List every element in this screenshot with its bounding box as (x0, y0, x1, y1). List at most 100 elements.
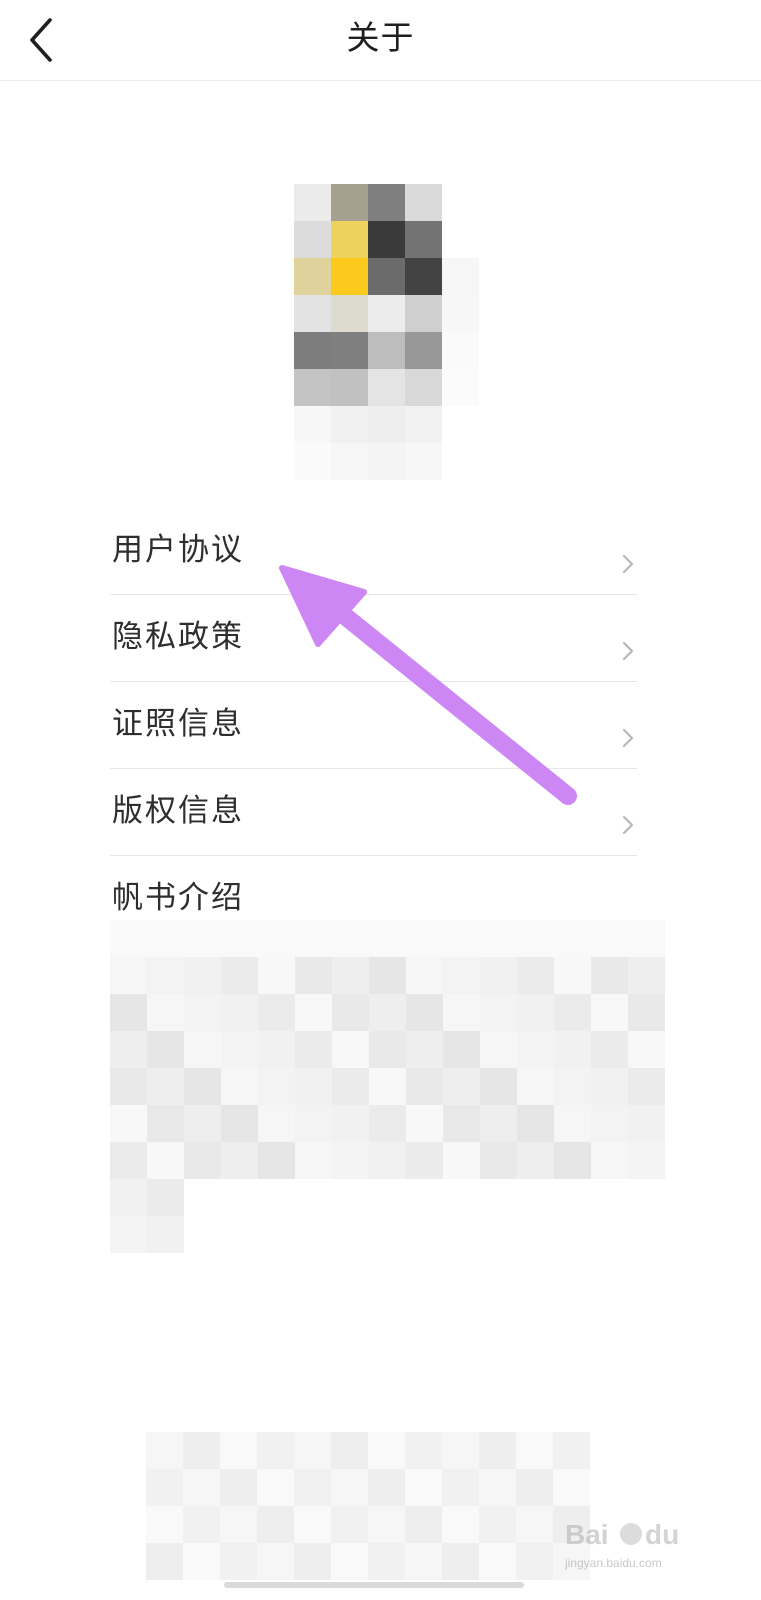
mosaic-pixel (479, 1543, 516, 1580)
mosaic-pixel (442, 258, 479, 295)
mosaic-pixel (258, 957, 295, 994)
mosaic-pixel (258, 1068, 295, 1105)
baidu-paw-logo-icon: Bai du (565, 1519, 679, 1550)
mosaic-pixel (147, 1216, 184, 1253)
mosaic-pixel (628, 994, 665, 1031)
menu-item-user-agreement[interactable]: 用户协议 (110, 508, 637, 595)
mosaic-pixel (221, 994, 258, 1031)
mosaic-pixel (442, 332, 479, 369)
mosaic-pixel (480, 1068, 517, 1105)
mosaic-pixel (368, 1543, 405, 1580)
mosaic-pixel (369, 1068, 406, 1105)
mosaic-pixel (221, 957, 258, 994)
mosaic-pixel (369, 957, 406, 994)
mosaic-pixel (147, 1105, 184, 1142)
mosaic-pixel (591, 957, 628, 994)
mosaic-pixel (406, 1068, 443, 1105)
mosaic-pixel (443, 1105, 480, 1142)
mosaic-pixel (369, 1105, 406, 1142)
mosaic-pixel (110, 994, 147, 1031)
mosaic-pixel (628, 1142, 665, 1179)
home-indicator[interactable] (224, 1582, 524, 1588)
mosaic-pixel (110, 1068, 147, 1105)
mosaic-pixel (332, 994, 369, 1031)
about-page: 关于 用户协议 隐私政策 证照信息 版权信息 帆书介绍 Bai du jingy… (0, 0, 761, 1600)
mosaic-pixel (628, 1068, 665, 1105)
mosaic-pixel (331, 406, 368, 443)
mosaic-pixel (258, 920, 295, 957)
mosaic-pixel (221, 1142, 258, 1179)
mosaic-pixel (554, 920, 591, 957)
mosaic-pixel (331, 295, 368, 332)
menu-item-license-info[interactable]: 证照信息 (110, 682, 637, 769)
mosaic-pixel (516, 1432, 553, 1469)
mosaic-pixel (258, 994, 295, 1031)
mosaic-pixel (368, 1432, 405, 1469)
baidu-jingyan-watermark: Bai du jingyan.baidu.com (565, 1514, 715, 1570)
mosaic-pixel (368, 369, 405, 406)
mosaic-pixel (294, 332, 331, 369)
mosaic-pixel (147, 1179, 184, 1216)
mosaic-pixel (184, 1105, 221, 1142)
mosaic-pixel (110, 1105, 147, 1142)
mosaic-pixel (516, 1506, 553, 1543)
mosaic-pixel (257, 1469, 294, 1506)
mosaic-pixel (295, 1142, 332, 1179)
mosaic-pixel (554, 994, 591, 1031)
mosaic-pixel (517, 957, 554, 994)
mosaic-pixel (442, 1432, 479, 1469)
mosaic-pixel (294, 1506, 331, 1543)
mosaic-pixel (591, 1068, 628, 1105)
chevron-right-icon (622, 815, 634, 835)
mosaic-pixel (591, 920, 628, 957)
mosaic-pixel (368, 295, 405, 332)
mosaic-pixel (368, 443, 405, 480)
mosaic-pixel (183, 1469, 220, 1506)
mosaic-pixel (294, 1432, 331, 1469)
mosaic-pixel (406, 1105, 443, 1142)
mosaic-pixel (294, 1543, 331, 1580)
mosaic-pixel (553, 1432, 590, 1469)
mosaic-pixel (368, 1469, 405, 1506)
mosaic-pixel (554, 1105, 591, 1142)
mosaic-pixel (443, 1031, 480, 1068)
mosaic-pixel (332, 920, 369, 957)
mosaic-pixel (368, 332, 405, 369)
menu-item-label: 帆书介绍 (112, 880, 244, 916)
mosaic-pixel (146, 1432, 183, 1469)
mosaic-pixel (331, 1432, 368, 1469)
watermark-url: jingyan.baidu.com (565, 1556, 662, 1570)
mosaic-pixel (221, 1068, 258, 1105)
mosaic-pixel (331, 184, 368, 221)
mosaic-pixel (369, 994, 406, 1031)
mosaic-pixel (368, 221, 405, 258)
mosaic-pixel (294, 295, 331, 332)
mosaic-pixel (442, 1543, 479, 1580)
mosaic-pixel (405, 406, 442, 443)
menu-item-label: 隐私政策 (112, 619, 244, 655)
mosaic-pixel (331, 1469, 368, 1506)
mosaic-pixel (480, 920, 517, 957)
mosaic-pixel (294, 406, 331, 443)
mosaic-pixel (405, 1506, 442, 1543)
page-title: 关于 (346, 18, 415, 57)
mosaic-pixel (221, 1105, 258, 1142)
menu-item-privacy-policy[interactable]: 隐私政策 (110, 595, 637, 682)
mosaic-pixel (331, 443, 368, 480)
mosaic-pixel (517, 1142, 554, 1179)
mosaic-pixel (147, 1031, 184, 1068)
mosaic-pixel (110, 1142, 147, 1179)
mosaic-pixel (442, 1506, 479, 1543)
menu-item-copyright-info[interactable]: 版权信息 (110, 769, 637, 856)
mosaic-pixel (517, 994, 554, 1031)
mosaic-pixel (517, 1105, 554, 1142)
mosaic-pixel (443, 920, 480, 957)
mosaic-pixel (332, 1031, 369, 1068)
svg-text:du: du (645, 1519, 679, 1550)
mosaic-pixel (184, 957, 221, 994)
blurred-footer-text (146, 1432, 626, 1600)
menu-item-label: 用户协议 (112, 532, 244, 568)
mosaic-pixel (406, 1142, 443, 1179)
mosaic-pixel (368, 1506, 405, 1543)
mosaic-pixel (554, 1142, 591, 1179)
